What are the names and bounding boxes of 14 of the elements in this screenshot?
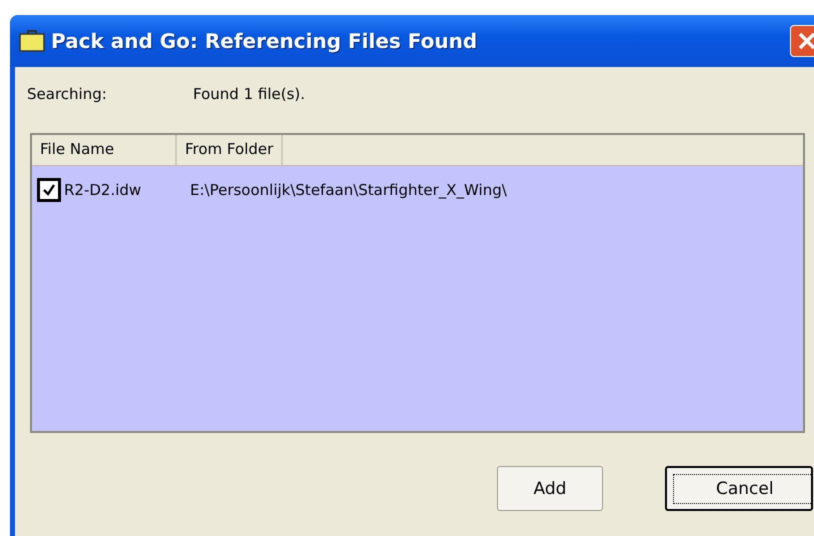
window-title: Pack and Go: Referencing Files Found — [51, 29, 478, 53]
column-header[interactable]: From Folder — [177, 135, 284, 165]
checkbox[interactable] — [37, 178, 61, 202]
add-button[interactable]: Add — [497, 466, 603, 511]
cancel-button[interactable]: Cancel — [665, 466, 813, 511]
table-cell-text: E:\Persoonlijk\Stefaan\Starfighter_X_Wing\ — [189, 181, 507, 199]
search-result-text: Found 1 file(s). — [193, 85, 306, 103]
column-header[interactable]: File Name — [32, 135, 177, 165]
close-button[interactable] — [790, 25, 814, 57]
table-cell: R2-D2.idw — [64, 181, 142, 199]
briefcase-icon — [19, 30, 45, 52]
checkmark-icon — [41, 182, 57, 198]
searching-label: Searching: — [27, 85, 108, 103]
close-icon[interactable] — [796, 30, 814, 52]
